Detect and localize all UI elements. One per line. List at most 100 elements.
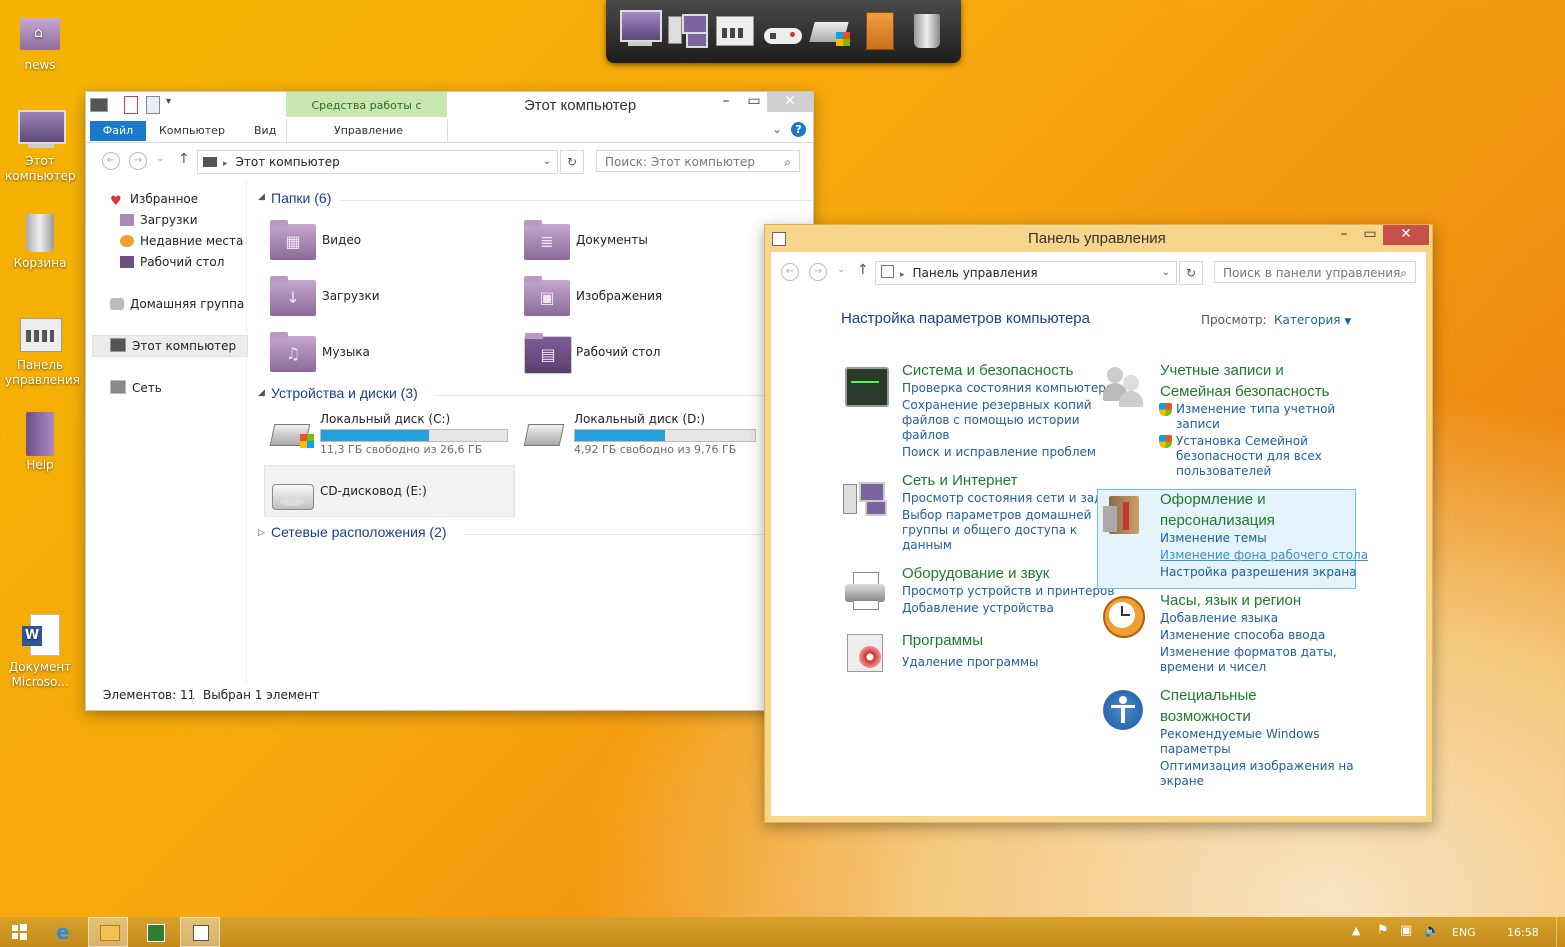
collapse-devices-icon[interactable]: ◢: [258, 388, 265, 398]
link-date-formats[interactable]: Изменение форматов даты,: [1160, 645, 1337, 660]
nav-item-favorites[interactable]: ♥ Избранное: [110, 190, 198, 209]
category-network-title[interactable]: Сеть и Интернет: [902, 470, 1018, 491]
dock-drive-icon[interactable]: [809, 8, 852, 52]
folder-videos[interactable]: ▦ Видео: [270, 220, 500, 264]
nav-item-network[interactable]: Сеть: [110, 379, 162, 397]
taskbar-control-panel-button[interactable]: [180, 917, 220, 947]
refresh-button[interactable]: ↻: [560, 150, 584, 174]
language-indicator[interactable]: ENG: [1452, 926, 1476, 939]
recent-locations-icon[interactable]: ⌄: [837, 264, 845, 275]
link-homegroup-cont[interactable]: данным: [902, 538, 952, 553]
link-add-language[interactable]: Добавление языка: [1160, 611, 1278, 626]
link-recommended-settings-cont[interactable]: параметры: [1160, 742, 1231, 757]
nav-item-downloads[interactable]: Загрузки: [120, 211, 198, 229]
link-troubleshoot[interactable]: Поиск и исправление проблем: [902, 445, 1096, 460]
action-center-flag-icon[interactable]: ⚑: [1377, 923, 1389, 938]
start-button[interactable]: [0, 917, 40, 947]
link-change-background[interactable]: Изменение фона рабочего стола: [1160, 548, 1368, 563]
network-internet-icon[interactable]: [843, 478, 889, 524]
drive-e[interactable]: CD-дисковод (E:): [268, 474, 513, 520]
quick-access-dropdown-icon[interactable]: ▾: [166, 96, 171, 107]
link-add-device[interactable]: Добавление устройства: [902, 601, 1054, 616]
taskbar-store-button[interactable]: [134, 917, 174, 947]
close-button[interactable]: ✕: [767, 92, 813, 112]
link-input-method[interactable]: Изменение способа ввода: [1160, 628, 1325, 643]
category-access-title[interactable]: возможности: [1160, 706, 1251, 727]
dock-gamepad-icon[interactable]: [762, 8, 804, 52]
folder-documents[interactable]: ≣ Документы: [524, 220, 754, 264]
link-devices-printers[interactable]: Просмотр устройств и принтеров: [902, 584, 1114, 599]
dock-computer-icon[interactable]: [618, 8, 662, 52]
desktop-icon-control-panel[interactable]: Панель управления: [0, 312, 80, 388]
drive-c[interactable]: Локальный диск (C:) 11,3 ГБ свободно из …: [268, 412, 513, 458]
nav-item-desktop[interactable]: Рабочий стол: [120, 253, 224, 271]
search-input[interactable]: Поиск в панели управления ⌕: [1214, 261, 1416, 283]
link-change-theme[interactable]: Изменение темы: [1160, 531, 1267, 546]
category-clock-title[interactable]: Часы, язык и регион: [1160, 590, 1301, 611]
recent-locations-icon[interactable]: ⌄: [156, 153, 164, 164]
tab-manage[interactable]: Управление: [324, 121, 413, 141]
desktop-icon-recycle-bin[interactable]: Корзина: [0, 210, 80, 271]
nav-item-homegroup[interactable]: Домашняя группа: [110, 295, 244, 313]
search-input[interactable]: Поиск: Этот компьютер ⌕: [596, 150, 800, 172]
expand-network-icon[interactable]: ▷: [258, 528, 265, 538]
appearance-icon[interactable]: [1101, 492, 1147, 538]
programs-icon[interactable]: [843, 632, 889, 678]
desktop-icon-help[interactable]: Help: [0, 412, 80, 473]
category-system-title[interactable]: Система и безопасность: [902, 360, 1073, 381]
tab-view[interactable]: Вид: [244, 121, 286, 141]
address-bar[interactable]: ▸ Панель управления ⌄: [875, 261, 1177, 285]
link-optimize-display[interactable]: Оптимизация изображения на: [1160, 759, 1354, 774]
maximize-button[interactable]: ▭: [740, 92, 768, 112]
network-header[interactable]: Сетевые расположения (2): [271, 524, 447, 540]
show-hidden-icons-icon[interactable]: ▲: [1352, 924, 1360, 937]
drive-d[interactable]: Локальный диск (D:) 4,92 ГБ свободно из …: [522, 412, 767, 458]
user-accounts-icon[interactable]: [1101, 365, 1147, 411]
forward-button[interactable]: →: [809, 263, 827, 281]
dock-cabinet-icon[interactable]: [858, 8, 900, 52]
link-backup-cont[interactable]: файлов: [902, 428, 950, 443]
category-accounts-title[interactable]: Семейная безопасность: [1160, 381, 1329, 402]
link-family-safety[interactable]: Установка Семейной: [1176, 434, 1308, 449]
refresh-button[interactable]: ↻: [1179, 261, 1203, 285]
link-family-safety-cont[interactable]: пользователей: [1176, 464, 1271, 479]
folders-header[interactable]: Папки (6): [271, 190, 331, 206]
view-by-dropdown[interactable]: Категория ▼: [1274, 313, 1351, 327]
devices-header[interactable]: Устройства и диски (3): [271, 385, 418, 401]
ease-of-access-icon[interactable]: [1101, 688, 1147, 734]
category-access-title[interactable]: Специальные: [1160, 685, 1257, 706]
category-hardware-title[interactable]: Оборудование и звук: [902, 563, 1049, 584]
minimize-button[interactable]: –: [1330, 225, 1358, 245]
maximize-button[interactable]: ▭: [1356, 225, 1384, 245]
volume-icon[interactable]: 🔈: [1424, 923, 1440, 938]
help-icon[interactable]: ?: [791, 122, 806, 137]
link-network-status[interactable]: Просмотр состояния сети и задач: [902, 491, 1117, 506]
up-button[interactable]: ↑: [178, 151, 190, 167]
properties-icon[interactable]: [124, 96, 138, 114]
back-button[interactable]: ←: [102, 152, 120, 170]
collapse-folders-icon[interactable]: ◢: [258, 192, 265, 202]
category-programs-title[interactable]: Программы: [902, 630, 983, 651]
link-homegroup[interactable]: Выбор параметров домашней: [902, 508, 1091, 523]
clock-icon[interactable]: [1101, 594, 1147, 640]
show-desktop-button[interactable]: [1556, 917, 1565, 947]
address-bar[interactable]: ▸ Этот компьютер ⌄: [197, 150, 558, 174]
link-change-account-type[interactable]: Изменение типа учетной: [1176, 402, 1335, 417]
link-backup[interactable]: Сохранение резервных копий: [902, 398, 1092, 413]
folder-music[interactable]: ♫ Музыка: [270, 332, 500, 376]
link-screen-resolution[interactable]: Настройка разрешения экрана: [1160, 565, 1357, 580]
nav-item-recent[interactable]: Недавние места: [120, 232, 243, 250]
link-change-account-type-cont[interactable]: записи: [1176, 417, 1220, 432]
back-button[interactable]: ←: [781, 263, 799, 281]
taskbar-ie-button[interactable]: e: [44, 917, 84, 947]
printer-icon[interactable]: [843, 570, 889, 616]
desktop-icon-news[interactable]: ⌂ news: [0, 12, 80, 73]
taskbar-explorer-button[interactable]: [88, 917, 128, 947]
minimize-button[interactable]: –: [712, 92, 740, 112]
link-recommended-settings[interactable]: Рекомендуемые Windows: [1160, 727, 1320, 742]
close-button[interactable]: ✕: [1383, 225, 1429, 245]
ribbon-expand-icon[interactable]: ⌄: [772, 122, 782, 136]
network-tray-icon[interactable]: ▣: [1400, 923, 1412, 938]
link-homegroup-cont[interactable]: группы и общего доступа к: [902, 523, 1077, 538]
dock-recycle-bin-icon[interactable]: [906, 8, 948, 52]
